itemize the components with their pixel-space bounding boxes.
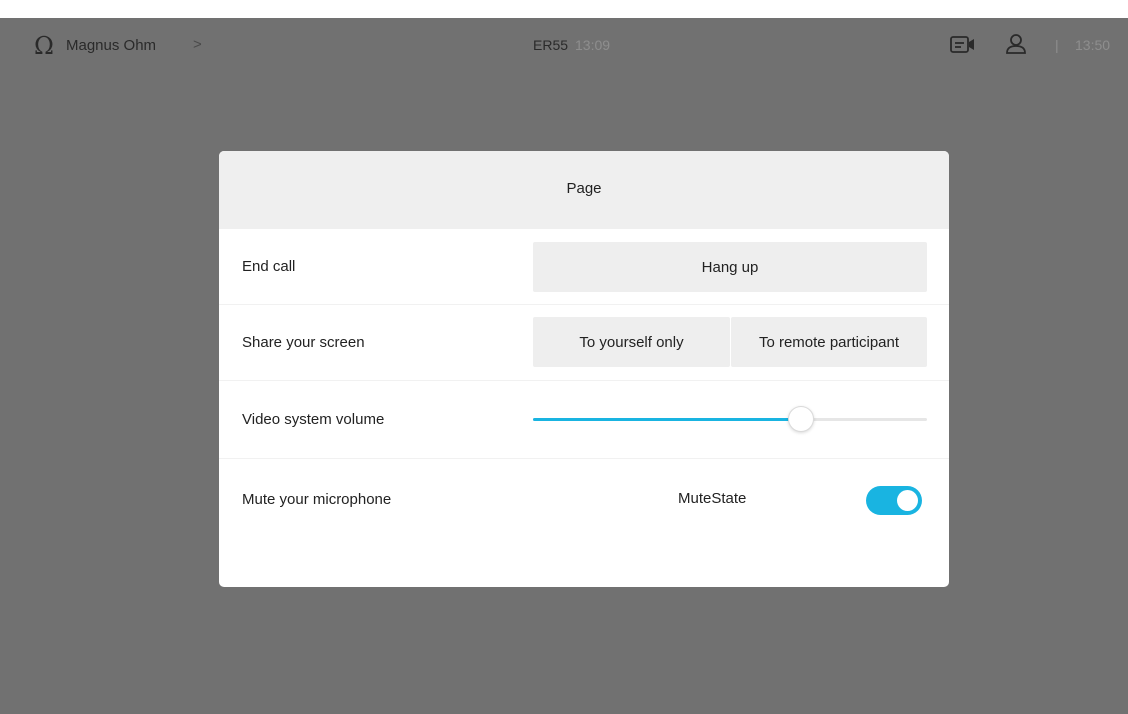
room-name: ER55 — [533, 37, 569, 53]
user-name[interactable]: Magnus Ohm — [66, 37, 156, 54]
person-icon[interactable] — [1004, 32, 1028, 56]
omega-icon[interactable]: Ω — [34, 34, 54, 58]
chevron-right-icon[interactable]: > — [193, 36, 202, 53]
mute-toggle[interactable] — [866, 486, 922, 515]
status-bar: Ω Magnus Ohm > ER55 13:09 | 13:50 — [0, 18, 1128, 76]
divider: | — [1055, 37, 1059, 53]
volume-slider-fill — [533, 418, 801, 421]
room-time: 13:09 — [575, 37, 611, 53]
hang-up-button[interactable]: Hang up — [533, 242, 927, 292]
volume-slider-track[interactable] — [533, 418, 927, 421]
dialog-title: Page — [566, 180, 602, 197]
share-to-yourself-button[interactable]: To yourself only — [533, 317, 730, 367]
clock: 13:50 — [1075, 37, 1111, 53]
volume-slider-thumb[interactable] — [787, 406, 814, 432]
screen: Ω Magnus Ohm > ER55 13:09 | 13:50 Page E… — [0, 0, 1128, 714]
mute-toggle-knob — [897, 490, 918, 511]
share-screen-label: Share your screen — [242, 334, 365, 351]
mute-label: Mute your microphone — [242, 491, 392, 508]
mute-state-text: MuteState — [678, 490, 747, 507]
page-dialog: Page End call Hang up Share your screen … — [219, 151, 949, 587]
dialog-header: Page — [219, 151, 949, 229]
end-call-label: End call — [242, 258, 296, 275]
camera-icon[interactable] — [950, 35, 976, 55]
volume-label: Video system volume — [242, 411, 385, 428]
share-to-remote-button[interactable]: To remote participant — [731, 317, 927, 367]
